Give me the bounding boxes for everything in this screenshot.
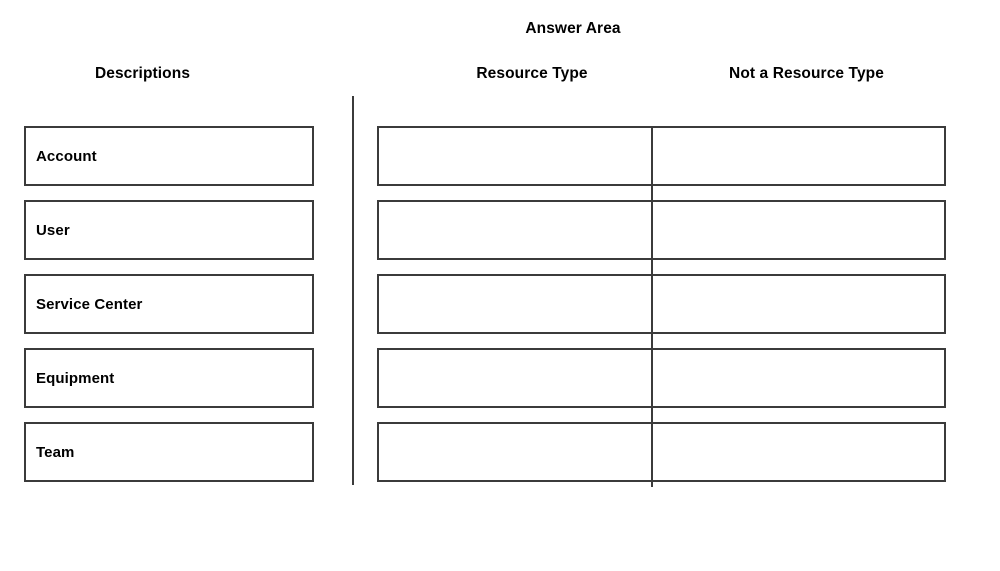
section-divider — [352, 96, 354, 485]
drop-target-resource-type[interactable] — [379, 350, 651, 406]
drop-target-not-a-resource-type[interactable] — [651, 128, 944, 184]
drop-target-resource-type[interactable] — [379, 276, 651, 332]
description-item-label: Equipment — [36, 369, 115, 387]
column-header-descriptions: Descriptions — [94, 65, 191, 82]
answer-area-title: Answer Area — [525, 20, 621, 37]
description-item[interactable]: Team — [24, 422, 314, 482]
description-item[interactable]: Equipment — [24, 348, 314, 408]
description-item[interactable]: Service Center — [24, 274, 314, 334]
descriptions-list: Account User Service Center Equipment Te… — [24, 126, 314, 482]
description-item[interactable]: User — [24, 200, 314, 260]
answer-row — [377, 422, 946, 482]
description-item-label: Team — [36, 443, 75, 461]
drop-target-not-a-resource-type[interactable] — [651, 202, 944, 258]
drop-target-not-a-resource-type[interactable] — [651, 424, 944, 480]
description-item-label: Account — [36, 147, 97, 165]
description-item-label: User — [36, 221, 70, 239]
description-item-label: Service Center — [36, 295, 143, 313]
drop-target-resource-type[interactable] — [379, 202, 651, 258]
drop-target-not-a-resource-type[interactable] — [651, 276, 944, 332]
description-item[interactable]: Account — [24, 126, 314, 186]
answer-row — [377, 200, 946, 260]
drop-target-resource-type[interactable] — [379, 128, 651, 184]
column-header-not-a-resource-type: Not a Resource Type — [729, 65, 884, 82]
column-header-resource-type: Resource Type — [476, 65, 588, 82]
drop-target-resource-type[interactable] — [379, 424, 651, 480]
answer-row — [377, 274, 946, 334]
answer-row — [377, 126, 946, 186]
answer-column-divider — [651, 126, 653, 487]
answer-grid — [377, 126, 946, 482]
drop-target-not-a-resource-type[interactable] — [651, 350, 944, 406]
question-canvas: Answer Area Descriptions Resource Type N… — [0, 0, 1000, 571]
answer-row — [377, 348, 946, 408]
